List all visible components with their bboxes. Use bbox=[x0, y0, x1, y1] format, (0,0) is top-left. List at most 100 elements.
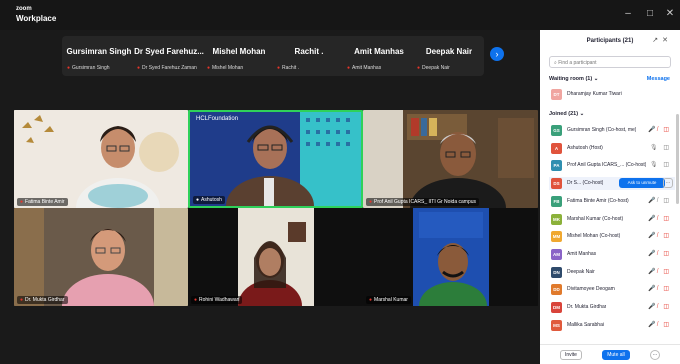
panel-footer: Invite Mute all ··· bbox=[540, 344, 680, 364]
mic-muted-icon: ● bbox=[207, 65, 211, 71]
participant-row[interactable]: MK Marshal Kumar (Co-host) 🎤̸ ◫ bbox=[549, 213, 675, 226]
participant-row[interactable]: GS Gursimran Singh (Co-host, me) 🎤̸ ◫ bbox=[549, 124, 675, 137]
avatar: DS bbox=[551, 178, 562, 190]
mic-camera-status-icon: 🎙 ◫ bbox=[650, 144, 671, 151]
video-tile-label: ● Rohini Wadhawan bbox=[191, 296, 243, 304]
participant-row[interactable]: A Ashutosh (Host) 🎙 ◫ bbox=[549, 142, 675, 155]
video-tile[interactable]: ● Prof Anil Gupta ICARS_ IITI Gr Noida ca… bbox=[363, 110, 538, 208]
strip-tile-name: Gursimran Singh bbox=[66, 47, 132, 56]
message-button[interactable]: Message bbox=[647, 76, 670, 82]
chevron-down-icon: ⌄ bbox=[579, 111, 585, 117]
brand-bottom: Workplace bbox=[16, 14, 57, 23]
strip-tile-label: ● Amit Manhas bbox=[347, 65, 382, 71]
strip-tile-label: ● Rachit . bbox=[277, 65, 299, 71]
avatar: DT bbox=[551, 89, 562, 100]
video-tile[interactable]: ● Marshal Kumar bbox=[363, 208, 538, 306]
mic-camera-status-icon: 🎤̸ ◫ bbox=[648, 233, 671, 240]
close-button[interactable]: ✕ bbox=[662, 8, 678, 20]
strip-tile-label: ● Gursimran Singh bbox=[67, 65, 110, 71]
participant-row[interactable]: PA Prof Anil Gupta ICARS_... (Co-host) 🎙 ◫ bbox=[549, 159, 675, 172]
video-tile-label: ● Fatima Binte Amir bbox=[17, 198, 68, 206]
participant-name: Divitamoyee Deogam bbox=[567, 286, 615, 293]
more-icon[interactable]: ··· bbox=[663, 178, 673, 189]
avatar: PA bbox=[551, 160, 562, 172]
video-feed bbox=[190, 112, 361, 206]
strip-tile-name: Deepak Nair bbox=[425, 47, 473, 56]
video-tile[interactable]: ● Rohini Wadhawan bbox=[188, 208, 363, 306]
strip-tile[interactable]: Amit Manhas ● Amit Manhas bbox=[344, 36, 414, 76]
maximize-button[interactable]: □ bbox=[642, 8, 658, 20]
mic-camera-status-icon: 🎤̸ ◫ bbox=[648, 286, 671, 293]
strip-tile-label: ● Deepak Nair bbox=[417, 65, 450, 71]
more-options-button[interactable]: ··· bbox=[650, 350, 660, 360]
joined-header[interactable]: Joined (21) ⌄ bbox=[549, 111, 584, 117]
strip-tile[interactable]: Dr Syed Farehuz... ● Dr Syed Farehuz Zama… bbox=[134, 36, 204, 76]
participant-name: Mallika Sarabhai bbox=[567, 321, 604, 328]
mic-muted-icon: ● bbox=[369, 297, 373, 303]
avatar: FB bbox=[551, 195, 562, 207]
strip-tile-label: ● Dr Syed Farehuz Zaman bbox=[137, 65, 197, 71]
participant-row[interactable]: DM Dr. Mukta Girdhar 🎤̸ ◫ bbox=[549, 301, 675, 314]
participant-row[interactable]: AM Amit Manhas 🎤̸ ◫ bbox=[549, 248, 675, 261]
participant-row[interactable]: DS Dr S... (Co-host) Ask to unmute ··· bbox=[549, 177, 675, 191]
close-panel-icon[interactable]: ✕ bbox=[662, 37, 672, 44]
participant-name: Amit Manhas bbox=[567, 250, 597, 257]
avatar: DN bbox=[551, 266, 562, 278]
avatar: DM bbox=[551, 302, 562, 313]
mic-muted-icon: ● bbox=[20, 199, 24, 205]
participant-row[interactable]: MS Mallika Sarabhai 🎤̸ ◫ bbox=[549, 319, 675, 332]
participant-name: Mishel Mohan (Co-host) bbox=[567, 233, 621, 240]
mic-camera-status-icon: 🎤̸ ◫ bbox=[648, 250, 671, 257]
mic-camera-status-icon: 🎤̸ ◫ bbox=[648, 127, 671, 133]
mic-camera-status-icon: 🎙 ◫ bbox=[650, 162, 671, 169]
video-feed bbox=[188, 208, 363, 306]
strip-tile-name: Rachit . bbox=[294, 47, 324, 56]
video-feed bbox=[363, 110, 538, 208]
mic-muted-icon: ● bbox=[67, 65, 71, 71]
mic-muted-icon: ● bbox=[137, 65, 141, 71]
video-tile[interactable]: ● Fatima Binte Amir bbox=[14, 110, 188, 208]
panel-scrollbar[interactable] bbox=[676, 114, 679, 204]
strip-tile-label: ● Mishel Mohan bbox=[207, 65, 244, 71]
avatar: MK bbox=[551, 213, 562, 225]
video-tile-active-speaker[interactable]: HCLFoundation ● Ashutosh bbox=[188, 110, 363, 208]
strip-tile[interactable]: Rachit . ● Rachit . bbox=[274, 36, 344, 76]
brand-top: zoom bbox=[16, 6, 32, 12]
video-feed bbox=[14, 208, 188, 306]
mic-icon: ● bbox=[196, 197, 200, 203]
invite-button[interactable]: Invite bbox=[560, 350, 582, 360]
next-page-button[interactable]: › bbox=[490, 47, 504, 61]
avatar: MS bbox=[551, 319, 562, 331]
participant-search-input[interactable]: ⌕ Find a participant bbox=[549, 56, 671, 68]
minimize-button[interactable]: – bbox=[620, 8, 636, 20]
mic-camera-status-icon: 🎤̸ ◫ bbox=[648, 197, 671, 204]
ask-to-unmute-button[interactable]: Ask to unmute bbox=[619, 178, 665, 189]
strip-tile[interactable]: Mishel Mohan ● Mishel Mohan bbox=[204, 36, 274, 76]
mic-muted-icon: ● bbox=[20, 297, 24, 303]
strip-tile[interactable]: Gursimran Singh ● Gursimran Singh bbox=[64, 36, 134, 76]
mute-all-button[interactable]: Mute all bbox=[602, 350, 630, 360]
waiting-room-header[interactable]: Waiting room (1) ⌄ bbox=[549, 76, 598, 82]
participant-row[interactable]: DN Deepak Nair 🎤̸ ◫ bbox=[549, 266, 675, 279]
strip-tile[interactable]: Deepak Nair ● Deepak Nair bbox=[414, 36, 484, 76]
video-tile[interactable]: ● Dr. Mukta Girdhar bbox=[14, 208, 188, 306]
mic-camera-status-icon: 🎤̸ ◫ bbox=[648, 304, 671, 310]
avatar: GS bbox=[551, 125, 562, 136]
video-feed bbox=[14, 110, 188, 208]
video-tile-label: ● Marshal Kumar bbox=[366, 296, 411, 304]
video-tile-label: ● Ashutosh bbox=[193, 196, 225, 204]
video-feed bbox=[363, 208, 538, 306]
waiting-participant-row[interactable]: DT Dharamjay Kumar Tiwari bbox=[549, 88, 675, 101]
app-logo: zoom Workplace bbox=[16, 5, 56, 23]
participant-row[interactable]: MM Mishel Mohan (Co-host) 🎤̸ ◫ bbox=[549, 230, 675, 243]
video-tile-label: ● Prof Anil Gupta ICARS_ IITI Gr Noida ca… bbox=[366, 198, 480, 206]
participant-row[interactable]: DD Divitamoyee Deogam 🎤̸ ◫ bbox=[549, 283, 675, 296]
popout-icon[interactable]: ↗ bbox=[652, 37, 662, 44]
chevron-down-icon: ⌄ bbox=[593, 76, 599, 82]
avatar: A bbox=[551, 142, 562, 154]
strip-tile-name: Mishel Mohan bbox=[212, 47, 266, 56]
mic-muted-icon: ● bbox=[417, 65, 421, 71]
mic-camera-status-icon: 🎤̸ ◫ bbox=[648, 321, 671, 328]
participant-name: Ashutosh (Host) bbox=[567, 144, 603, 151]
participant-row[interactable]: FB Fatima Binte Amir (Co-host) 🎤̸ ◫ bbox=[549, 195, 675, 208]
